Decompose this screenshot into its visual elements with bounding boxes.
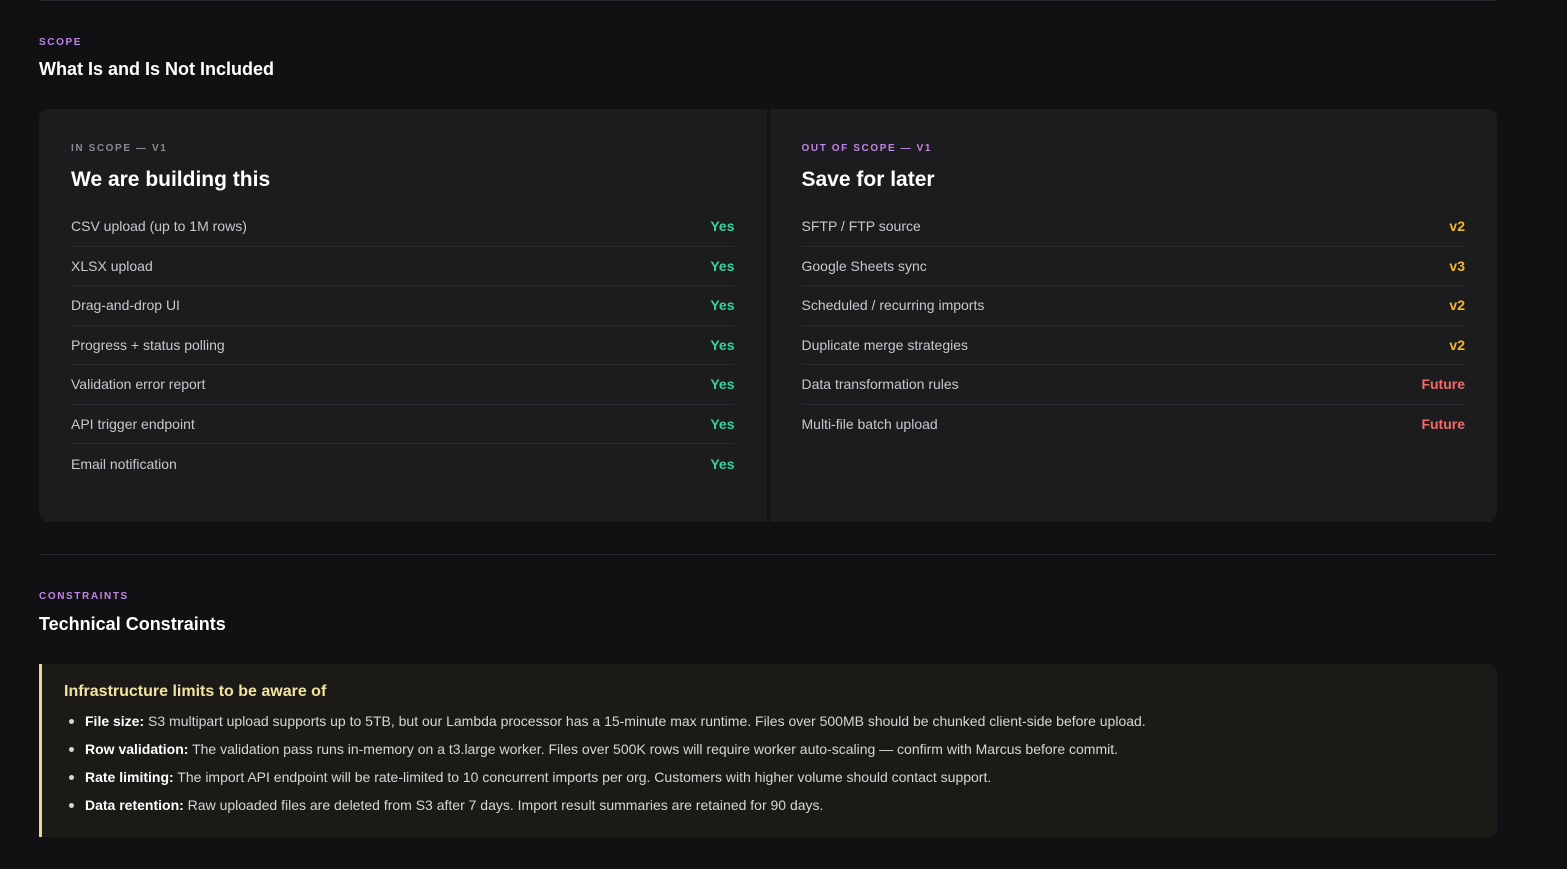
- scope-row-label: SFTP / FTP source: [801, 218, 921, 235]
- scope-row-status: Yes: [710, 257, 735, 274]
- out-scope-list: SFTP / FTP source v2 Google Sheets sync …: [801, 207, 1466, 445]
- constraint-item: Data retention: Raw uploaded files are d…: [64, 791, 1475, 819]
- in-scope-column: IN SCOPE — V1 We are building this CSV u…: [39, 109, 770, 522]
- scope-row-label: Progress + status polling: [71, 336, 225, 353]
- constraints-title: Technical Constraints: [39, 614, 226, 634]
- scope-row-label: Email notification: [71, 455, 177, 472]
- in-scope-list: CSV upload (up to 1M rows) Yes XLSX uplo…: [71, 207, 735, 484]
- scope-row-status: Future: [1421, 376, 1465, 393]
- scope-row-status: Yes: [710, 297, 735, 314]
- constraints-eyebrow: CONSTRAINTS: [39, 591, 129, 602]
- scope-row: Multi-file batch upload Future: [802, 405, 1466, 445]
- scope-row-status: Future: [1421, 416, 1465, 433]
- scope-row: SFTP / FTP source v2: [801, 207, 1465, 247]
- scope-row: Google Sheets sync v3: [801, 247, 1465, 286]
- scope-card: IN SCOPE — V1 We are building this CSV u…: [39, 109, 1497, 522]
- scope-row: API trigger endpoint Yes: [71, 405, 735, 444]
- scope-row: Duplicate merge strategies v2: [801, 326, 1465, 365]
- scope-row: Validation error report Yes: [71, 365, 735, 405]
- scope-row-label: Data transformation rules: [801, 376, 959, 393]
- scope-row-label: Multi-file batch upload: [801, 416, 938, 433]
- scope-title: What Is and Is Not Included: [39, 59, 275, 79]
- constraint-text: S3 multipart upload supports up to 5TB, …: [144, 713, 1146, 729]
- constraint-term: Row validation:: [85, 741, 189, 757]
- scope-row-status: v3: [1449, 257, 1465, 274]
- scope-row-label: Validation error report: [71, 376, 206, 393]
- in-scope-title: We are building this: [71, 168, 271, 191]
- scope-row: CSV upload (up to 1M rows) Yes: [71, 207, 735, 247]
- constraint-item: Rate limiting: The import API endpoint w…: [64, 763, 1475, 791]
- constraint-text: Raw uploaded files are deleted from S3 a…: [183, 797, 824, 813]
- scope-row: Progress + status polling Yes: [71, 326, 735, 365]
- scope-row-status: Yes: [710, 455, 735, 472]
- constraint-term: Data retention:: [85, 797, 184, 813]
- scope-row: Email notification Yes: [71, 444, 735, 484]
- in-scope-eyebrow: IN SCOPE — V1: [71, 143, 168, 154]
- constraint-list: File size: S3 multipart upload supports …: [64, 707, 1475, 819]
- scope-row: XLSX upload Yes: [71, 247, 735, 286]
- scope-row-label: CSV upload (up to 1M rows): [71, 218, 247, 235]
- scope-row: Scheduled / recurring imports v2: [801, 286, 1465, 326]
- constraint-text: The validation pass runs in-memory on a …: [188, 741, 1118, 757]
- scope-row-status: Yes: [710, 415, 735, 432]
- scope-row-label: XLSX upload: [71, 257, 153, 274]
- scope-row-label: API trigger endpoint: [71, 415, 195, 432]
- scope-row: Data transformation rules Future: [801, 365, 1465, 405]
- section-divider: [39, 554, 1497, 555]
- scope-row-status: v2: [1449, 218, 1465, 235]
- scope-row: Drag-and-drop UI Yes: [71, 286, 735, 326]
- scope-row-status: Yes: [710, 336, 735, 353]
- scope-row-label: Drag-and-drop UI: [71, 297, 180, 314]
- out-of-scope-column: OUT OF SCOPE — V1 Save for later SFTP / …: [770, 109, 1498, 522]
- scope-eyebrow: SCOPE: [39, 37, 83, 48]
- constraint-text: The import API endpoint will be rate-lim…: [173, 769, 992, 785]
- constraint-term: File size:: [85, 713, 145, 729]
- scope-row-status: Yes: [710, 376, 735, 393]
- constraints-callout: Infrastructure limits to be aware of Fil…: [39, 664, 1497, 837]
- scope-row-status: v2: [1449, 297, 1465, 314]
- scope-row-label: Duplicate merge strategies: [801, 336, 969, 353]
- scope-row-status: Yes: [710, 218, 735, 235]
- constraint-term: Rate limiting:: [85, 769, 174, 785]
- out-scope-title: Save for later: [801, 168, 935, 191]
- scope-row-label: Scheduled / recurring imports: [801, 297, 985, 314]
- top-divider: [39, 0, 1497, 1]
- scope-row-label: Google Sheets sync: [801, 257, 927, 274]
- callout-title: Infrastructure limits to be aware of: [64, 683, 327, 700]
- constraint-item: File size: S3 multipart upload supports …: [64, 707, 1475, 735]
- out-scope-eyebrow: OUT OF SCOPE — V1: [801, 143, 933, 154]
- constraint-item: Row validation: The validation pass runs…: [64, 735, 1475, 763]
- page: SCOPE What Is and Is Not Included IN SCO…: [0, 0, 1567, 869]
- scope-row-status: v2: [1449, 336, 1465, 353]
